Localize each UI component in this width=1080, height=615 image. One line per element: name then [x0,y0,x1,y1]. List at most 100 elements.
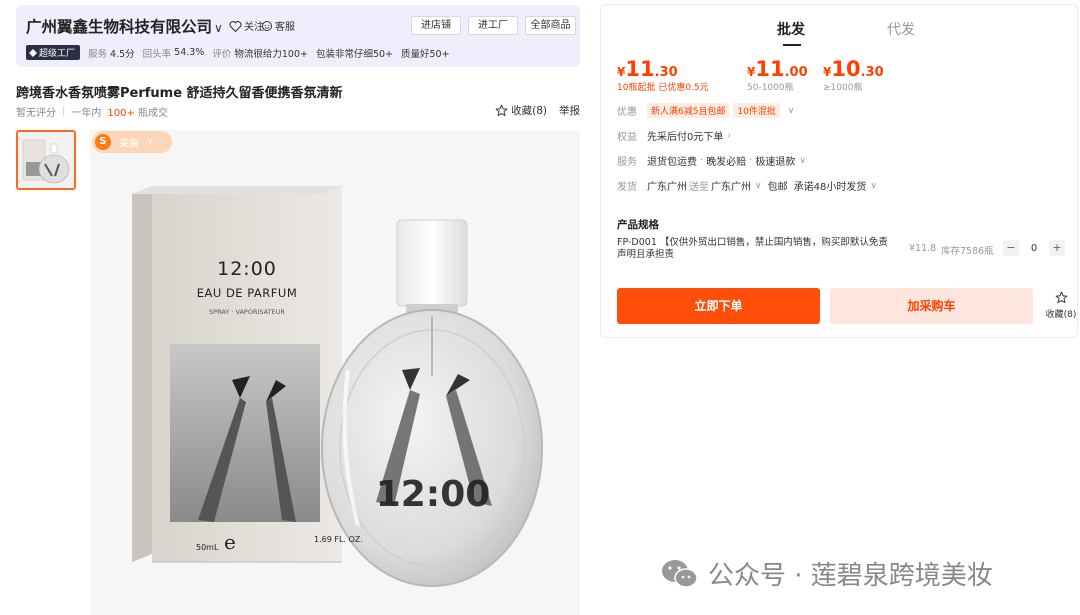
rights-row[interactable]: 权益 先采后付0元下单 › [617,128,731,144]
purchase-panel: 批发 代发 ¥11.30 10瓶起批 已优惠0.5元 ¥11.00 50-100… [600,4,1078,338]
store-header: 广州翼鑫生物科技有限公司 ∨ 关注 客服 进店铺 进工厂 全部商品 超级工厂 服务… [16,5,580,67]
purchase-tabs: 批发 代发 [601,5,1077,47]
increase-button[interactable]: + [1049,240,1065,256]
period-text: 一年内 [71,108,102,119]
chevron-down-icon: ∨ [799,155,806,166]
side-favorite-button[interactable]: 收藏(8) [1041,291,1080,320]
tab-dropship[interactable]: 代发 [887,19,915,39]
report-link[interactable]: 举报 [559,103,580,118]
metric-label: 评价 [212,48,232,60]
sold-unit: 瓶成交 [138,108,169,119]
tier-note: ≥1000瓶 [823,83,863,93]
product-thumbnail[interactable] [16,130,76,190]
row-key: 服务 [617,157,637,168]
box-eau-text: EAU DE PARFUM [196,286,298,300]
thumbnail-image [18,132,74,188]
product-sub-info: 暂无评分 | 一年内 100+ 瓶成交 [16,104,168,119]
price-dec: .30 [860,65,884,80]
watermark-text: 公众号 · 莲碧泉跨境美妆 [708,561,993,591]
wechat-icon [662,559,698,588]
collect-badge[interactable]: S 采集 ∨ [92,131,172,153]
collect-icon: S [95,134,111,150]
dot-separator: · [700,155,704,166]
shipping-row[interactable]: 发货 广东广州 送至 广东广州 ∨ 包邮 承诺48小时发货 ∨ [617,178,877,194]
row-key: 发货 [617,182,637,193]
divider: | [62,106,66,117]
metric-label: 服务 [88,48,108,60]
watermark: 公众号 · 莲碧泉跨境美妆 [660,555,993,592]
metric-value: 物流很给力100+ [234,48,308,60]
review-tag: 质量好50+ [401,48,450,60]
chevron-down-icon: ∨ [147,137,154,147]
store-name[interactable]: 广州翼鑫生物科技有限公司 ∨ [26,15,223,37]
side-favorite-label: 收藏(8) [1045,310,1077,320]
free-shipping: 包邮 [767,182,788,193]
product-title: 跨境香水香氛喷雾Perfume 舒适持久留香便携香氛清新 [16,86,343,101]
ship-to[interactable]: 广东广州 [711,178,751,193]
price-int: 11 [755,57,785,81]
bottle-time-text: 12:00 [375,474,491,515]
rights-value: 先采后付0元下单 [647,132,724,143]
spec-title: 产品规格 [617,219,659,231]
star-icon [495,104,508,117]
price-tier: ¥11.00 50-1000瓶 [747,57,808,93]
box-logo: e [224,530,236,554]
chat-icon [262,20,272,31]
chevron-down-icon: ∨ [755,180,762,191]
product-main-image[interactable]: 12:00 EAU DE PARFUM SPRAY · VAPORISATEUR… [90,130,580,615]
box-floz-text: 1.69 FL. OZ. [314,535,363,544]
diamond-icon [29,48,37,57]
decrease-button[interactable]: − [1003,240,1019,256]
enter-factory-button[interactable]: 进工厂 [468,16,518,35]
all-products-button[interactable]: 全部商品 [525,16,576,35]
quantity-value[interactable]: 0 [1019,243,1049,254]
dot-separator: · [749,155,753,166]
service-item: 晚发必赔 [706,157,747,168]
service-item: 极速退款 [755,157,796,168]
price-int: 11 [625,57,655,81]
tab-wholesale[interactable]: 批发 [777,19,805,46]
add-to-cart-button[interactable]: 加采购车 [830,288,1033,324]
service-row[interactable]: 服务 退货包运费 · 晚发必赔 · 极速退款 ∨ [617,153,806,168]
box-time-text: 12:00 [217,258,277,280]
metric-label: 回头率 [142,48,172,60]
fav-report-bar: 收藏(8) 举报 [495,103,580,118]
price-dec: .00 [784,65,808,80]
promo-tag: 新人满6减5且包邮 [647,103,730,118]
ship-promise: 承诺48小时发货 [793,182,867,193]
discount-row[interactable]: 优惠 新人满6减5且包邮 10件混批 ∨ [617,103,795,118]
ship-from: 广东广州 [647,182,687,193]
box-volume-text: 50mL [196,543,219,552]
rating-text: 暂无评分 [16,108,56,119]
favorite-button[interactable]: 收藏(8) [495,103,547,118]
metric-value: 4.5分 [110,48,135,60]
row-key: 优惠 [617,107,637,118]
tier-note: 50-1000瓶 [747,83,794,93]
favorite-label: 收藏(8) [511,105,547,117]
store-metrics: 超级工厂 服务 4.5分 回头率 54.3% 评价 物流很给力100+ 包装非常仔细5… [26,45,458,60]
super-factory-badge: 超级工厂 [26,45,81,60]
enter-store-button[interactable]: 进店铺 [411,16,461,35]
price-tier: ¥11.30 10瓶起批 已优惠0.5元 [617,57,709,93]
star-icon [1055,291,1067,304]
spec-name: FP-D001 【仅供外贸出口销售，禁止国内销售，购买即默认免责声明且承担责 [617,237,888,260]
super-factory-label: 超级工厂 [39,49,76,59]
price-tier: ¥10.30 ≥1000瓶 [823,57,884,93]
collect-label: 采集 [119,138,139,150]
order-now-button[interactable]: 立即下单 [617,288,820,324]
heart-icon [229,20,242,32]
spec-price: ¥11.8 [909,243,937,254]
price-int: 10 [831,57,861,81]
follow-button[interactable]: 关注 [229,18,264,33]
price-dec: .30 [654,65,678,80]
customer-service-button[interactable]: 客服 [261,18,295,33]
sold-count: 100+ [107,108,135,119]
chevron-down-icon[interactable]: ∨ [214,21,223,35]
spec-stock: 库存7586瓶 [941,246,994,257]
box-spray-text: SPRAY · VAPORISATEUR [209,308,285,316]
service-label: 客服 [275,22,295,33]
product-page: 广州翼鑫生物科技有限公司 ∨ 关注 客服 进店铺 进工厂 全部商品 超级工厂 服务… [0,0,1080,615]
store-name-text[interactable]: 广州翼鑫生物科技有限公司 [26,18,212,36]
chevron-down-icon: ∨ [787,105,795,116]
row-key: 权益 [617,132,637,143]
